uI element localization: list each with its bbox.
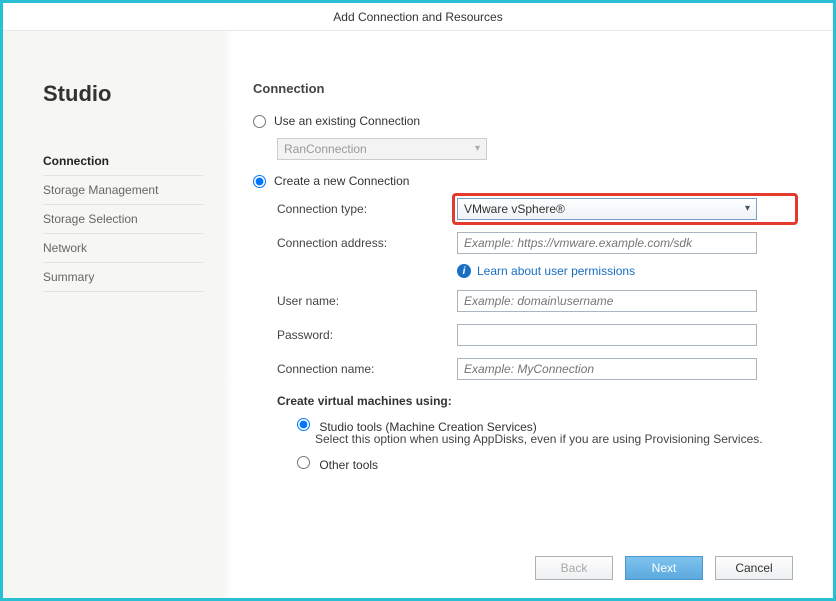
connection-name-input[interactable] — [457, 358, 757, 380]
sidebar-heading: Studio — [43, 81, 203, 107]
row-connection-type: Connection type: VMware vSphere® — [277, 198, 793, 220]
step-network[interactable]: Network — [43, 234, 203, 263]
content-area: Studio Connection Storage Management Sto… — [3, 31, 833, 598]
create-vm-heading: Create virtual machines using: — [277, 394, 793, 408]
radio-create-new-label: Create a new Connection — [274, 174, 409, 188]
studio-tools-desc: Select this option when using AppDisks, … — [315, 432, 793, 446]
radio-use-existing[interactable]: Use an existing Connection — [253, 114, 793, 128]
radio-studio-tools-input[interactable] — [297, 418, 310, 431]
step-connection[interactable]: Connection — [43, 147, 203, 176]
radio-other-tools[interactable]: Other tools — [297, 458, 378, 472]
back-button: Back — [535, 556, 613, 580]
row-password: Password: — [277, 324, 793, 346]
label-username: User name: — [277, 294, 457, 308]
label-connection-type: Connection type: — [277, 202, 457, 216]
button-bar: Back Next Cancel — [535, 556, 793, 580]
connection-address-input[interactable] — [457, 232, 757, 254]
next-button[interactable]: Next — [625, 556, 703, 580]
radio-create-new-input[interactable] — [253, 175, 266, 188]
title-text: Add Connection and Resources — [333, 10, 502, 24]
panel-heading: Connection — [253, 81, 793, 96]
radio-create-new[interactable]: Create a new Connection — [253, 174, 793, 188]
row-username: User name: — [277, 290, 793, 312]
radio-other-tools-input[interactable] — [297, 456, 310, 469]
titlebar: Add Connection and Resources — [3, 3, 833, 31]
username-input[interactable] — [457, 290, 757, 312]
step-storage-selection[interactable]: Storage Selection — [43, 205, 203, 234]
existing-connection-wrap: RanConnection — [277, 138, 793, 160]
password-input[interactable] — [457, 324, 757, 346]
label-password: Password: — [277, 328, 457, 342]
permissions-link-text: Learn about user permissions — [477, 264, 635, 278]
dialog-window: Add Connection and Resources Studio Conn… — [3, 3, 833, 598]
connection-type-dropdown[interactable]: VMware vSphere® — [457, 198, 757, 220]
radio-other-tools-label: Other tools — [319, 458, 378, 472]
label-connection-address: Connection address: — [277, 236, 457, 250]
existing-connection-select: RanConnection — [277, 138, 487, 160]
cancel-button[interactable]: Cancel — [715, 556, 793, 580]
radio-use-existing-input[interactable] — [253, 115, 266, 128]
info-icon: i — [457, 264, 471, 278]
step-storage-management[interactable]: Storage Management — [43, 176, 203, 205]
wizard-sidebar: Studio Connection Storage Management Sto… — [3, 31, 223, 598]
row-connection-address: Connection address: — [277, 232, 793, 254]
step-summary[interactable]: Summary — [43, 263, 203, 292]
connection-type-wrap: VMware vSphere® — [457, 198, 793, 220]
row-connection-name: Connection name: — [277, 358, 793, 380]
radio-use-existing-label: Use an existing Connection — [274, 114, 420, 128]
label-connection-name: Connection name: — [277, 362, 457, 376]
permissions-link[interactable]: i Learn about user permissions — [457, 264, 793, 278]
main-panel: Connection Use an existing Connection Ra… — [223, 31, 833, 598]
